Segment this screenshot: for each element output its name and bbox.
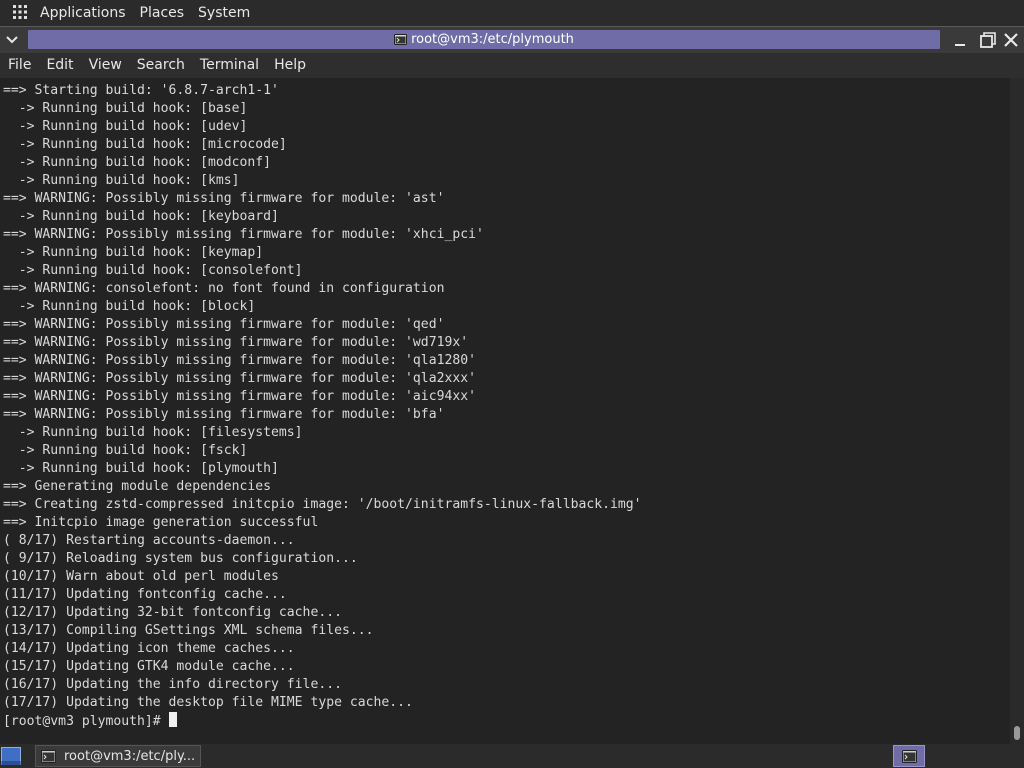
terminal-icon (394, 34, 408, 45)
terminal-line: ==> WARNING: Possibly missing firmware f… (3, 353, 476, 368)
terminal-line: -> Running build hook: [modconf] (3, 155, 272, 170)
terminal-line: ==> Creating zstd-compressed initcpio im… (3, 497, 642, 512)
terminal-line: (10/17) Warn about old perl modules (3, 569, 279, 584)
terminal-cursor (168, 712, 177, 727)
taskbar-window-label: root@vm3:/etc/ply... (64, 748, 196, 764)
top-panel: Applications Places System (0, 0, 1024, 26)
terminal-line: ==> WARNING: Possibly missing firmware f… (3, 389, 476, 404)
terminal-line: ==> WARNING: Possibly missing firmware f… (3, 227, 484, 242)
terminal-icon (41, 749, 56, 763)
menu-terminal[interactable]: Terminal (192, 53, 266, 78)
terminal-line: (13/17) Compiling GSettings XML schema f… (3, 623, 374, 638)
terminal-scrollbar[interactable] (1010, 78, 1024, 744)
bottom-panel: root@vm3:/etc/ply... (0, 744, 1024, 768)
terminal-line: (11/17) Updating fontconfig cache... (3, 587, 287, 602)
terminal-line: -> Running build hook: [udev] (3, 119, 248, 134)
terminal-line: ==> WARNING: Possibly missing firmware f… (3, 407, 445, 422)
terminal-line: ==> Generating module dependencies (3, 479, 272, 494)
terminal-line: -> Running build hook: [plymouth] (3, 461, 279, 476)
shell-prompt: [root@vm3 plymouth]# (3, 714, 169, 729)
window-title-area[interactable]: root@vm3:/etc/plymouth (28, 30, 940, 49)
menubar: File Edit View Search Terminal Help (0, 53, 1024, 78)
terminal-line: (12/17) Updating 32-bit fontconfig cache… (3, 605, 342, 620)
menu-file[interactable]: File (0, 53, 38, 78)
system-menu[interactable]: System (191, 0, 257, 26)
close-icon[interactable] (1002, 31, 1020, 49)
terminal-text: ==> Starting build: '6.8.7-arch1-1' -> R… (0, 78, 1010, 731)
terminal-line: ==> WARNING: Possibly missing firmware f… (3, 371, 476, 386)
terminal-line: (16/17) Updating the info directory file… (3, 677, 342, 692)
scrollbar-thumb[interactable] (1014, 726, 1020, 740)
terminal-line: ==> WARNING: Possibly missing firmware f… (3, 335, 469, 350)
menu-view[interactable]: View (81, 53, 129, 78)
chevron-down-icon[interactable] (3, 31, 21, 49)
terminal-line: -> Running build hook: [base] (3, 101, 248, 116)
terminal-line: (17/17) Updating the desktop file MIME t… (3, 695, 413, 710)
minimize-icon[interactable] (951, 31, 969, 49)
applications-menu[interactable]: Applications (33, 0, 133, 26)
terminal-line: -> Running build hook: [keymap] (3, 245, 264, 260)
show-desktop-icon[interactable] (1, 747, 21, 766)
menu-search[interactable]: Search (129, 53, 192, 78)
terminal-line: ==> Starting build: '6.8.7-arch1-1' (3, 83, 279, 98)
terminal-line: ==> WARNING: Possibly missing firmware f… (3, 191, 445, 206)
places-menu[interactable]: Places (133, 0, 192, 26)
terminal-line: ==> Initcpio image generation successful (3, 515, 319, 530)
terminal-line: -> Running build hook: [fsck] (3, 443, 248, 458)
terminal-output[interactable]: ==> Starting build: '6.8.7-arch1-1' -> R… (0, 78, 1010, 744)
terminal-line: -> Running build hook: [microcode] (3, 137, 287, 152)
terminal-line: ( 9/17) Reloading system bus configurati… (3, 551, 358, 566)
terminal-line: (14/17) Updating icon theme caches... (3, 641, 295, 656)
terminal-window: root@vm3:/etc/plymouth File Edit View Se… (0, 26, 1024, 744)
terminal-icon (901, 749, 917, 763)
terminal-line: -> Running build hook: [consolefont] (3, 263, 303, 278)
terminal-line: -> Running build hook: [filesystems] (3, 425, 303, 440)
menu-edit[interactable]: Edit (38, 53, 80, 78)
maximize-icon[interactable] (978, 31, 996, 49)
terminal-line: -> Running build hook: [keyboard] (3, 209, 279, 224)
terminal-line: ==> WARNING: Possibly missing firmware f… (3, 317, 445, 332)
menu-help[interactable]: Help (266, 53, 313, 78)
window-title: root@vm3:/etc/plymouth (411, 32, 574, 47)
workspace-switcher[interactable] (893, 745, 925, 767)
taskbar-window-button[interactable]: root@vm3:/etc/ply... (35, 745, 201, 767)
terminal-line: ==> WARNING: consolefont: no font found … (3, 281, 445, 296)
terminal-line: (15/17) Updating GTK4 module cache... (3, 659, 295, 674)
applications-grid-icon[interactable] (13, 5, 27, 19)
terminal-line: ( 8/17) Restarting accounts-daemon... (3, 533, 295, 548)
window-titlebar[interactable]: root@vm3:/etc/plymouth (0, 26, 1024, 53)
terminal-line: -> Running build hook: [kms] (3, 173, 240, 188)
terminal-line: -> Running build hook: [block] (3, 299, 256, 314)
